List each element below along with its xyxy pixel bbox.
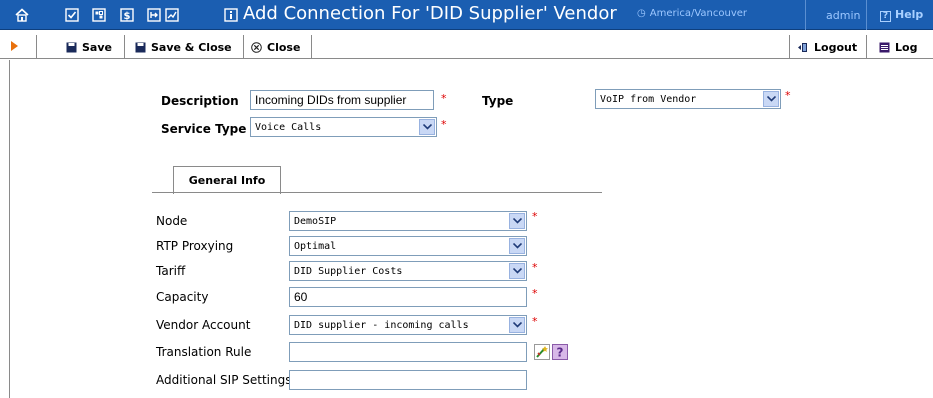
tariff-select-value: DID Supplier Costs — [294, 265, 403, 277]
node-select-value: DemoSIP — [294, 215, 337, 227]
svg-text:$: $ — [124, 11, 131, 22]
node-select[interactable]: DemoSIP — [289, 211, 527, 231]
required-mark: * — [441, 118, 447, 131]
close-label: Close — [267, 40, 301, 54]
svg-text:?: ? — [557, 346, 564, 360]
log-button[interactable]: Log — [879, 35, 917, 59]
required-mark: * — [532, 315, 538, 328]
rtp-proxying-select[interactable]: Optimal — [289, 236, 527, 256]
chevron-down-icon — [509, 213, 525, 229]
vendor-account-select[interactable]: DID supplier - incoming calls — [289, 315, 527, 335]
chart-icon[interactable] — [163, 6, 181, 24]
capacity-label: Capacity — [156, 290, 209, 304]
logout-button[interactable]: Logout — [797, 35, 857, 59]
required-mark: * — [785, 89, 791, 102]
vendor-account-label: Vendor Account — [156, 318, 251, 332]
rtp-proxying-label: RTP Proxying — [156, 239, 234, 253]
type-label: Type — [482, 94, 514, 108]
close-icon — [251, 41, 262, 53]
tariff-label: Tariff — [156, 264, 186, 278]
translation-rule-input[interactable] — [289, 342, 527, 362]
save-label: Save — [82, 40, 112, 54]
close-button[interactable]: Close — [251, 35, 300, 59]
chevron-down-icon — [509, 317, 525, 333]
toolbar-divider — [311, 35, 312, 59]
help-label: Help — [895, 8, 924, 21]
export-icon[interactable] — [145, 6, 163, 24]
chevron-down-icon — [763, 91, 779, 107]
additional-sip-input[interactable] — [289, 370, 527, 390]
content-area: Description Incoming DIDs from supplier … — [9, 60, 933, 398]
help-question-icon[interactable]: ? — [552, 344, 568, 360]
save-close-label: Save & Close — [151, 40, 232, 54]
logout-icon — [797, 42, 809, 53]
user-name: admin — [826, 9, 861, 22]
tab-general-info[interactable]: General Info — [173, 166, 281, 194]
toolbar: Save Save & Close Close Logout Log — [0, 35, 933, 59]
header-divider — [805, 0, 806, 30]
home-icon[interactable] — [13, 6, 31, 24]
type-select-value: VoIP from Vendor — [600, 93, 697, 105]
timezone-label: America/Vancouver — [649, 8, 748, 19]
chevron-down-icon — [509, 238, 525, 254]
chevron-down-icon — [509, 263, 525, 279]
play-icon[interactable] — [11, 41, 18, 51]
required-mark: * — [532, 261, 538, 274]
log-icon — [879, 42, 890, 53]
service-type-select-value: Voice Calls — [255, 121, 322, 133]
info-icon[interactable] — [222, 6, 240, 24]
save-button[interactable]: Save — [66, 35, 112, 59]
toolbar-divider — [124, 35, 125, 59]
logout-label: Logout — [814, 40, 858, 54]
rtp-proxying-select-value: Optimal — [294, 240, 337, 252]
description-label: Description — [161, 94, 239, 108]
chevron-down-icon — [419, 119, 435, 135]
title-bar: $ Add Connection For 'DID Supplier' Vend… — [0, 0, 933, 30]
help-icon: ? — [880, 11, 891, 22]
translation-rule-label: Translation Rule — [156, 345, 252, 359]
capacity-input[interactable]: 60 — [289, 287, 527, 307]
required-mark: * — [441, 92, 447, 105]
node-label: Node — [156, 214, 188, 228]
log-label: Log — [895, 40, 918, 54]
required-mark: * — [532, 210, 538, 223]
toolbar-divider — [36, 35, 37, 59]
help-link[interactable]: ? Help — [880, 8, 923, 22]
floppy-icon — [135, 42, 146, 53]
grid-icon[interactable] — [90, 6, 108, 24]
service-type-label: Service Type — [161, 122, 247, 136]
toolbar-divider — [243, 35, 244, 59]
checkbox-icon[interactable] — [63, 6, 81, 24]
timezone[interactable]: ◷ America/Vancouver — [637, 8, 747, 19]
header-divider — [866, 0, 867, 30]
wizard-icon[interactable] — [534, 344, 550, 360]
toolbar-divider — [789, 35, 790, 59]
floppy-icon — [66, 42, 77, 53]
type-select[interactable]: VoIP from Vendor — [595, 89, 781, 109]
description-input[interactable]: Incoming DIDs from supplier — [250, 90, 434, 110]
service-type-select[interactable]: Voice Calls — [250, 117, 437, 137]
dollar-icon[interactable]: $ — [118, 6, 136, 24]
vendor-account-select-value: DID supplier - incoming calls — [294, 319, 469, 331]
additional-sip-label: Additional SIP Settings — [156, 373, 292, 387]
required-mark: * — [532, 287, 538, 300]
save-close-button[interactable]: Save & Close — [135, 35, 232, 59]
page-title: Add Connection For 'DID Supplier' Vendor — [243, 3, 617, 24]
tab-underline — [152, 192, 602, 193]
clock-icon: ◷ — [637, 8, 646, 19]
toolbar-divider — [866, 35, 867, 59]
tariff-select[interactable]: DID Supplier Costs — [289, 261, 527, 281]
